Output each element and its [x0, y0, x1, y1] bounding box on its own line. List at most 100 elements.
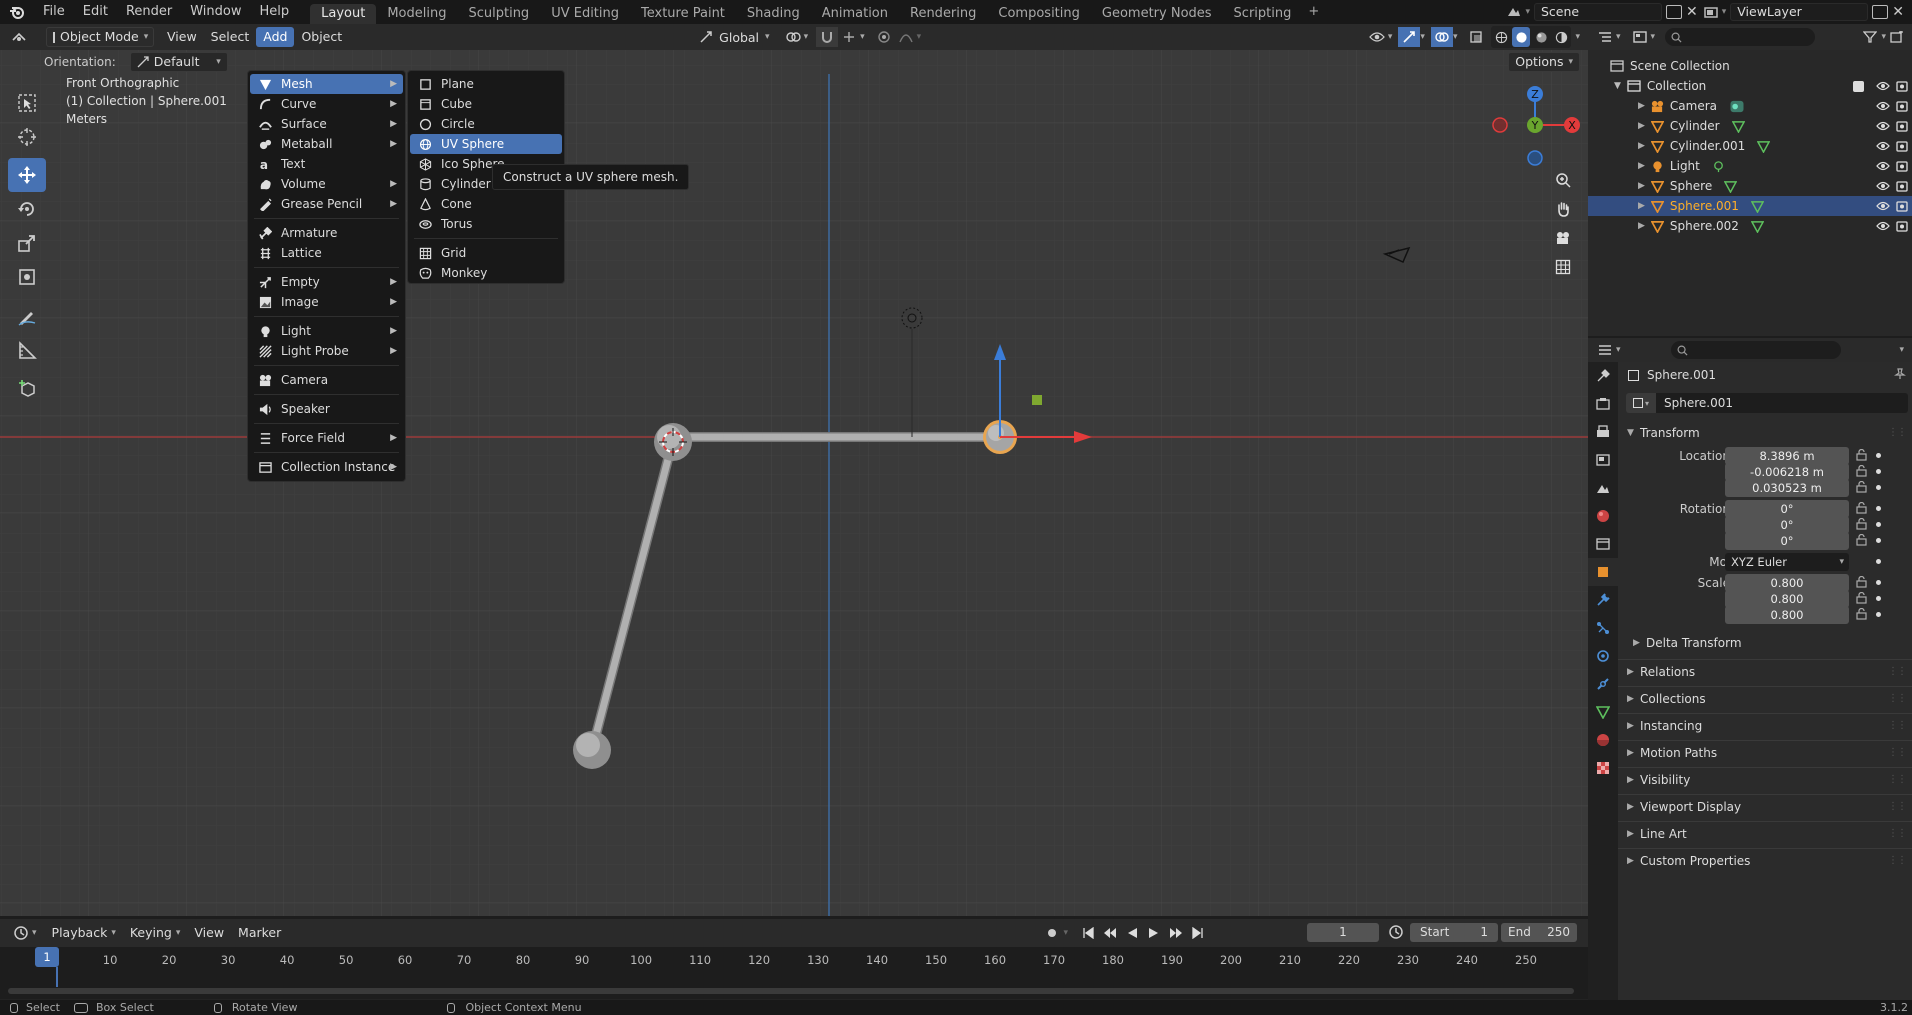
jump-keyframe-back-icon[interactable] — [1100, 923, 1120, 943]
timeline-menu-keying[interactable]: Keying ▾ — [123, 923, 188, 943]
tab-texture-paint[interactable]: Texture Paint — [630, 4, 736, 24]
viewport-menu-select[interactable]: Select — [204, 27, 257, 47]
menu-item-text[interactable]: a Text — [250, 154, 403, 174]
outliner-item-cylinder[interactable]: ▶ Cylinder — [1588, 116, 1912, 136]
panel-collections[interactable]: ▶ Collections ⋮⋮ — [1618, 686, 1912, 710]
panel-relations[interactable]: ▶ Relations ⋮⋮ — [1618, 659, 1912, 683]
expand-chevron-icon[interactable]: ▶ — [1638, 196, 1645, 216]
tab-rendering[interactable]: Rendering — [899, 4, 987, 24]
tool-tab-icon[interactable] — [1588, 362, 1618, 390]
tab-shading[interactable]: Shading — [736, 4, 811, 24]
expand-chevron-icon[interactable]: ▶ — [1638, 136, 1645, 156]
outliner-item-sphere[interactable]: ▶ Sphere — [1588, 176, 1912, 196]
rotation-mode-dropdown[interactable]: XYZ Euler ▾ — [1725, 553, 1849, 571]
world-tab-icon[interactable] — [1588, 502, 1618, 530]
start-frame-field[interactable]: Start 1 — [1410, 923, 1498, 942]
menu-item-cube[interactable]: Cube — [410, 94, 562, 114]
playhead[interactable]: 1 — [35, 947, 59, 967]
eye-icon[interactable] — [1876, 221, 1890, 231]
editor-type-icon[interactable] — [8, 27, 30, 47]
filter-icon[interactable] — [1859, 27, 1881, 47]
material-shading-icon[interactable] — [1532, 27, 1550, 47]
orientation-dropdown[interactable]: Default ▾ — [129, 52, 228, 72]
eye-icon[interactable] — [1876, 161, 1890, 171]
menu-item-empty[interactable]: Empty ▶ — [250, 272, 403, 292]
panel-visibility[interactable]: ▶ Visibility ⋮⋮ — [1618, 767, 1912, 791]
keyframe-dot-icon[interactable] — [1876, 506, 1881, 511]
select-box-tool-icon[interactable] — [8, 86, 46, 120]
menu-item-circle[interactable]: Circle — [410, 114, 562, 134]
jump-end-icon[interactable] — [1188, 923, 1208, 943]
menu-item-uv-sphere[interactable]: UV Sphere — [410, 134, 562, 154]
menu-item-lattice[interactable]: Lattice — [250, 243, 403, 263]
eye-icon[interactable] — [1876, 81, 1890, 91]
outliner-item-sphere-002[interactable]: ▶ Sphere.002 — [1588, 216, 1912, 236]
menu-item-curve[interactable]: Curve ▶ — [250, 94, 403, 114]
render-camera-icon[interactable] — [1896, 160, 1908, 172]
add-workspace-button[interactable]: + — [1302, 2, 1325, 22]
menu-edit[interactable]: Edit — [74, 0, 117, 24]
proportional-editing-icon[interactable] — [873, 27, 895, 47]
panel-line-art[interactable]: ▶ Line Art ⋮⋮ — [1618, 821, 1912, 845]
keyframe-dot-icon[interactable] — [1876, 559, 1881, 564]
copy-view-layer-icon[interactable] — [1872, 5, 1889, 19]
lock-icon[interactable] — [1856, 518, 1867, 530]
move-tool-icon[interactable] — [8, 158, 46, 192]
solid-shading-icon[interactable] — [1512, 27, 1531, 47]
show-gizmo-icon[interactable] — [1398, 27, 1421, 47]
lock-icon[interactable] — [1856, 534, 1867, 546]
tab-sculpting[interactable]: Sculpting — [457, 4, 540, 24]
physics-tab-icon[interactable] — [1588, 642, 1618, 670]
eye-icon[interactable] — [1876, 121, 1890, 131]
viewport-menu-add[interactable]: Add — [256, 27, 295, 47]
render-camera-icon[interactable] — [1896, 120, 1908, 132]
keyframe-dot-icon[interactable] — [1876, 580, 1881, 585]
pivot-point-icon[interactable] — [782, 27, 804, 47]
keyframe-dot-icon[interactable] — [1876, 469, 1881, 474]
tab-geometry-nodes[interactable]: Geometry Nodes — [1091, 4, 1223, 24]
scale-tool-icon[interactable] — [8, 226, 46, 260]
perspective-toggle-icon[interactable] — [1549, 254, 1577, 280]
menu-item-torus[interactable]: Torus — [410, 214, 562, 234]
render-camera-icon[interactable] — [1896, 180, 1908, 192]
checkbox-icon[interactable] — [1853, 80, 1864, 92]
jump-start-icon[interactable] — [1078, 923, 1098, 943]
outliner-item-light[interactable]: ▶ Light — [1588, 156, 1912, 176]
timeline-menu-marker[interactable]: Marker — [231, 923, 288, 943]
lock-icon[interactable] — [1856, 449, 1867, 461]
add-cube-tool-icon[interactable] — [8, 372, 46, 406]
visibility-icon[interactable] — [1366, 27, 1388, 47]
tab-uv-editing[interactable]: UV Editing — [540, 4, 630, 24]
keyframe-dot-icon[interactable] — [1876, 453, 1881, 458]
snap-icon[interactable] — [816, 27, 839, 47]
pin-icon[interactable] — [1894, 368, 1906, 380]
timeline-ruler[interactable]: 10 20 30 40 50 60 70 80 90 100 110 120 130 140 150 160 1… — [0, 947, 1588, 999]
end-frame-field[interactable]: End 250 — [1501, 923, 1577, 942]
menu-item-cone[interactable]: Cone — [410, 194, 562, 214]
play-reverse-icon[interactable] — [1122, 923, 1142, 943]
options-dropdown[interactable]: Options ▾ — [1508, 52, 1580, 72]
rotation-z-field[interactable]: 0° — [1725, 532, 1849, 550]
measure-tool-icon[interactable] — [8, 334, 46, 368]
expand-chevron-icon[interactable]: ▶ — [1638, 176, 1645, 196]
outliner-item-cylinder-001[interactable]: ▶ Cylinder.001 — [1588, 136, 1912, 156]
material-tab-icon[interactable] — [1588, 726, 1618, 754]
mesh-data-icon[interactable] — [1750, 220, 1764, 233]
menu-item-image[interactable]: Image ▶ — [250, 292, 403, 312]
menu-item-mesh[interactable]: Mesh ▶ — [250, 74, 403, 94]
lock-icon[interactable] — [1856, 465, 1867, 477]
close-icon[interactable]: ✕ — [1686, 4, 1698, 20]
menu-item-light[interactable]: Light ▶ — [250, 321, 403, 341]
transform-tool-icon[interactable] — [8, 260, 46, 294]
keyframe-dot-icon[interactable] — [1876, 612, 1881, 617]
camera-data-icon[interactable] — [1729, 100, 1745, 113]
render-camera-icon[interactable] — [1896, 200, 1908, 212]
axis-gizmo[interactable]: Z X Y — [1490, 80, 1580, 170]
menu-item-metaball[interactable]: Metaball ▶ — [250, 134, 403, 154]
lock-icon[interactable] — [1856, 592, 1867, 604]
eye-icon[interactable] — [1876, 101, 1890, 111]
panel-instancing[interactable]: ▶ Instancing ⋮⋮ — [1618, 713, 1912, 737]
jump-keyframe-forward-icon[interactable] — [1166, 923, 1186, 943]
eye-icon[interactable] — [1876, 181, 1890, 191]
render-camera-icon[interactable] — [1896, 140, 1908, 152]
